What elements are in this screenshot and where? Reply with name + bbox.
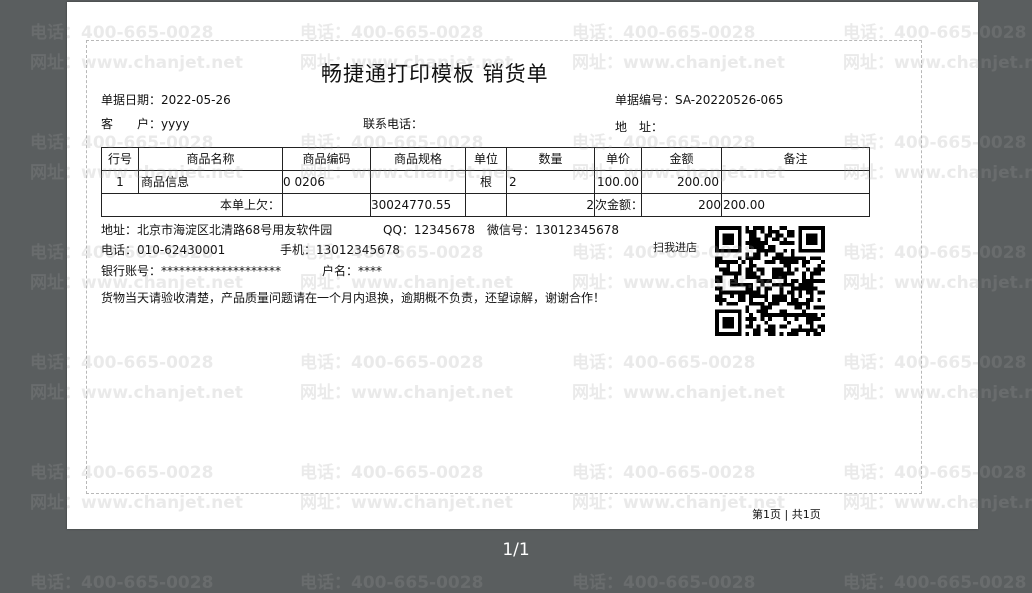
company-address: 地址：北京市海淀区北清路68号用友软件园 (101, 223, 333, 237)
summary-total-amount: 200 (641, 193, 722, 217)
qr-code-icon (715, 226, 825, 336)
header-product-name: 商品名称 (138, 147, 283, 171)
page-counter: 1/1 (502, 540, 530, 560)
address-label: 地 址： (615, 120, 664, 134)
company-wechat: 微信号：13012345678 (487, 223, 619, 237)
account-name: 户名：**** (322, 264, 383, 278)
summary-row: 本单上欠： 30024770.55 2 次金额： 200 200.00 (101, 193, 870, 217)
summary-total-label: 次金额： (594, 193, 643, 217)
header-row-number: 行号 (101, 147, 139, 171)
summary-remark: 200.00 (721, 193, 870, 217)
cell-product-spec (370, 170, 466, 194)
cell-unit-price: 100.00 (594, 170, 642, 194)
notice-text: 货物当天请验收清楚，产品质量问题请在一个月内退换，逾期概不负责，还望谅解，谢谢合… (101, 291, 606, 305)
goods-table: 行号 商品名称 商品编码 商品规格 单位 数量 单价 金额 备注 1 商品信息 … (101, 147, 870, 217)
bank-account: 银行账号：******************** (101, 264, 282, 278)
customer-field: 客 户：yyyy (101, 117, 189, 131)
number-field: 单据编号：SA-20220526-065 (615, 93, 783, 107)
document-content: 畅捷通打印模板 销货单 单据日期：2022-05-26 单据编号：SA-2022… (0, 0, 1032, 590)
header-remark: 备注 (721, 147, 870, 171)
header-amount: 金额 (641, 147, 722, 171)
cell-unit: 根 (465, 170, 507, 194)
date-label: 单据日期： (101, 93, 162, 107)
summary-label: 本单上欠： (101, 193, 283, 217)
cell-product-code: 0 0206 (282, 170, 371, 194)
document-title: 畅捷通打印模板 销货单 (321, 62, 549, 86)
cell-quantity: 2 (506, 170, 595, 194)
header-quantity: 数量 (506, 147, 595, 171)
header-product-code: 商品编码 (282, 147, 371, 171)
summary-unit (465, 193, 507, 217)
company-qq: QQ：12345678 (383, 223, 475, 237)
table-row: 1 商品信息 0 0206 根 2 100.00 200.00 (101, 170, 870, 194)
header-unit-price: 单价 (594, 147, 642, 171)
company-phone: 电话：010-62430001 (101, 243, 226, 257)
header-unit: 单位 (465, 147, 507, 171)
number-label: 单据编号： (615, 93, 676, 107)
cell-amount: 200.00 (641, 170, 722, 194)
summary-spec: 30024770.55 (370, 193, 466, 217)
date-value: 2022-05-26 (161, 93, 231, 107)
table-header-row: 行号 商品名称 商品编码 商品规格 单位 数量 单价 金额 备注 (101, 147, 870, 171)
date-field: 单据日期：2022-05-26 (101, 93, 231, 107)
company-mobile: 手机：13012345678 (280, 243, 400, 257)
contact-phone-label: 联系电话： (363, 117, 424, 131)
number-value: SA-20220526-065 (675, 93, 784, 107)
customer-value: yyyy (161, 117, 190, 131)
cell-remark (721, 170, 870, 194)
customer-label: 客 户： (101, 117, 162, 131)
summary-code (282, 193, 371, 217)
summary-qty: 2 (506, 193, 595, 217)
scan-label: 扫我进店 (653, 241, 697, 254)
cell-product-name: 商品信息 (138, 170, 283, 194)
header-product-spec: 商品规格 (370, 147, 466, 171)
cell-row-number: 1 (101, 170, 139, 194)
page-info: 第1页 | 共1页 (752, 508, 821, 521)
